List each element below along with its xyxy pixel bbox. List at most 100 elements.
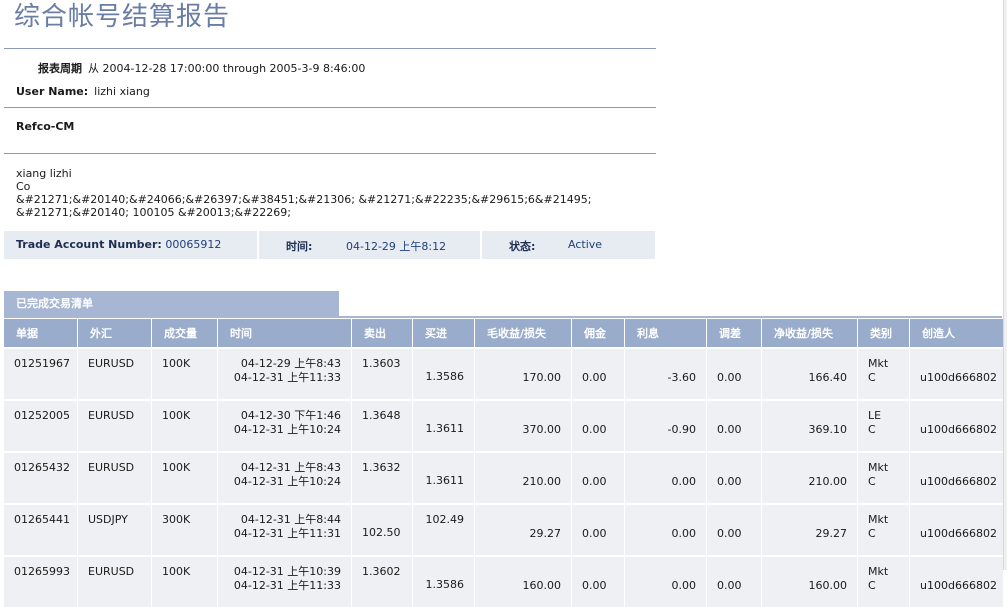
- account-time: 时间:: [286, 238, 312, 254]
- table-cell: 0.00: [707, 399, 762, 451]
- order-type-suffix: C: [868, 475, 876, 488]
- column-header[interactable]: 佣金: [572, 319, 625, 347]
- adjustment: 0.00: [717, 423, 742, 436]
- column-header[interactable]: 净收益/损失: [762, 319, 858, 347]
- divider: [4, 153, 656, 154]
- account-status-value-wrap: Active: [568, 238, 602, 251]
- gross-pnl: 29.27: [529, 527, 562, 540]
- table-row[interactable]: 01251967 EURUSD 100K 04-12-29 上午8:43 04-12-3…: [4, 347, 1004, 399]
- table-cell: 1.3611: [413, 399, 475, 451]
- table-row[interactable]: 01265432 EURUSD 100K 04-12-31 上午8:43 04-12-3…: [4, 451, 1004, 503]
- column-header[interactable]: 买进: [413, 319, 475, 347]
- column-header[interactable]: 毛收益/损失: [475, 319, 572, 347]
- trade-id: 01265993: [14, 565, 70, 578]
- completed-trades-tab: 已完成交易清单: [4, 291, 339, 316]
- table-cell: 0.00: [572, 503, 625, 555]
- table-cell: USDJPY: [78, 503, 152, 555]
- table-cell: 370.00: [475, 399, 572, 451]
- account-number-label: Trade Account Number:: [16, 238, 162, 251]
- trade-volume: 100K: [162, 409, 191, 422]
- table-cell: EURUSD: [78, 451, 152, 503]
- table-row[interactable]: 01265441 USDJPY 300K 04-12-31 上午8:44 04-12-3…: [4, 503, 1004, 555]
- divider: [4, 107, 656, 108]
- net-pnl: 369.10: [808, 423, 848, 436]
- table-row[interactable]: 01252005 EURUSD 100K 04-12-30 下午1:46 04-12-3…: [4, 399, 1004, 451]
- net-pnl: 29.27: [815, 527, 848, 540]
- close-time: 04-12-31 上午11:33: [233, 371, 341, 384]
- buy-price-low: 1.3586: [425, 578, 465, 591]
- buy-price-low: [423, 540, 464, 541]
- table-cell: 100K: [152, 347, 218, 399]
- table-cell: 01265441: [4, 503, 78, 555]
- sell-price: 1.3603: [362, 357, 401, 370]
- adjustment: 0.00: [717, 475, 742, 488]
- column-header[interactable]: 调差: [707, 319, 762, 347]
- creator: u100d666802: [920, 475, 997, 488]
- user-name-value: lizhi xiang: [94, 85, 150, 98]
- table-cell: 01251967: [4, 347, 78, 399]
- commission: 0.00: [582, 371, 607, 384]
- table-header-row: 单据 外汇 成交量 时间 卖出 买进 毛收益/损失 佣金 利息 调差 净收益/损…: [4, 319, 1004, 347]
- sell-price-low: [362, 592, 406, 593]
- commission: 0.00: [582, 475, 607, 488]
- table-cell: 0.00: [572, 399, 625, 451]
- gross-pnl: 370.00: [522, 423, 562, 436]
- account-status-label: 状态:: [509, 240, 536, 253]
- table-cell: 102.49: [413, 503, 475, 555]
- column-header[interactable]: 单据: [4, 319, 78, 347]
- buy-price-low: 1.3611: [425, 422, 465, 435]
- table-cell: 0.00: [707, 347, 762, 399]
- account-time-value-wrap: 04-12-29 上午8:12: [346, 238, 446, 254]
- table-cell: EURUSD: [78, 555, 152, 607]
- window-scrollbar-edge[interactable]: [1003, 0, 1007, 570]
- net-pnl: 166.40: [808, 371, 848, 384]
- trade-id: 01252005: [14, 409, 70, 422]
- column-header[interactable]: 创造人: [910, 319, 1004, 347]
- table-cell: 04-12-30 下午1:46 04-12-31 上午10:24: [218, 399, 352, 451]
- table-cell: u100d666802: [910, 347, 1004, 399]
- divider: [480, 231, 482, 259]
- creator: u100d666802: [920, 579, 997, 592]
- currency-pair: EURUSD: [88, 409, 135, 422]
- column-header[interactable]: 成交量: [152, 319, 218, 347]
- table-cell: 160.00: [475, 555, 572, 607]
- order-type-suffix: C: [868, 371, 876, 384]
- order-type: Mkt: [868, 357, 889, 370]
- column-header[interactable]: 时间: [218, 319, 352, 347]
- period-value: 从 2004-12-28 17:00:00 through 2005-3-9 8…: [88, 62, 366, 75]
- sell-price-low: 102.50: [362, 526, 401, 539]
- table-cell: u100d666802: [910, 451, 1004, 503]
- close-time: 04-12-31 上午10:24: [233, 475, 341, 488]
- table-cell: 01265432: [4, 451, 78, 503]
- net-pnl: 210.00: [808, 475, 848, 488]
- table-row[interactable]: 01265993 EURUSD 100K 04-12-31 上午10:39 04-12-…: [4, 555, 1004, 607]
- column-header[interactable]: 类别: [858, 319, 910, 347]
- order-type-suffix: C: [868, 527, 876, 540]
- buy-price-low: 1.3611: [425, 474, 465, 487]
- table-cell: 1.3648: [352, 399, 413, 451]
- trade-volume: 100K: [162, 565, 191, 578]
- table-cell: 0.00: [625, 555, 707, 607]
- table-cell: 01252005: [4, 399, 78, 451]
- sell-price-low: [362, 436, 406, 437]
- table-cell: 01265993: [4, 555, 78, 607]
- buy-price: 102.49: [425, 513, 465, 526]
- order-type: Mkt: [868, 513, 889, 526]
- table-cell: 0.00: [625, 451, 707, 503]
- adjustment: 0.00: [717, 579, 742, 592]
- currency-pair: USDJPY: [88, 513, 128, 526]
- company-name: Refco-CM: [16, 120, 75, 133]
- table-cell: u100d666802: [910, 555, 1004, 607]
- currency-pair: EURUSD: [88, 565, 135, 578]
- period-label: 报表周期: [38, 62, 82, 75]
- column-header[interactable]: 利息: [625, 319, 707, 347]
- table-cell: 1.3603: [352, 347, 413, 399]
- gross-pnl: 170.00: [522, 371, 562, 384]
- table-cell: EURUSD: [78, 399, 152, 451]
- column-header[interactable]: 卖出: [352, 319, 413, 347]
- table-cell: 0.00: [707, 555, 762, 607]
- close-time: 04-12-31 上午11:31: [233, 527, 341, 540]
- column-header[interactable]: 外汇: [78, 319, 152, 347]
- table-cell: 0.00: [572, 347, 625, 399]
- table-cell: 1.3586: [413, 555, 475, 607]
